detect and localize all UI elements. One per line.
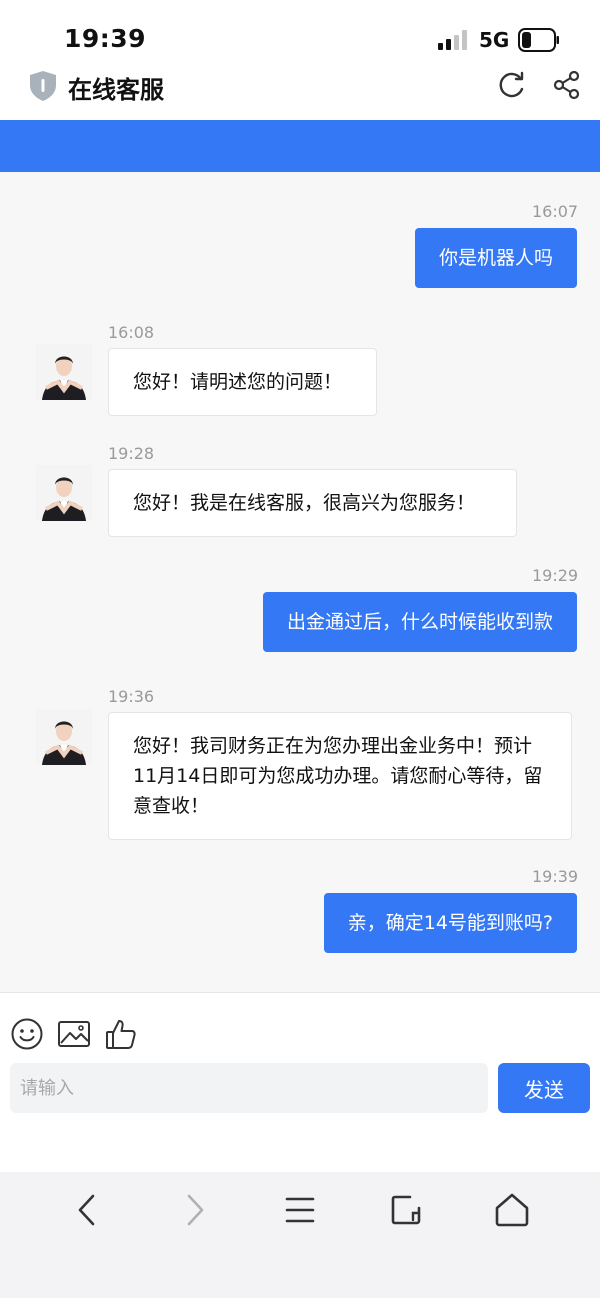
status-bar: 19:39 5G <box>0 0 600 62</box>
forward-icon[interactable] <box>174 1190 214 1230</box>
title-bar: 在线客服 <box>0 62 600 120</box>
agent-avatar <box>36 465 92 521</box>
home-icon[interactable] <box>492 1190 532 1230</box>
message-bubble-outgoing: 亲，确定14号能到账吗? <box>323 893 577 953</box>
message-time: 19:28 <box>108 444 155 463</box>
signal-icon <box>438 30 467 50</box>
message-bubble-incoming: 您好！我司财务正在为您办理出金业务中！预计11月14日即可为您成功办理。请您耐心… <box>108 712 572 840</box>
message-bubble-incoming: 您好！请明述您的问题！ <box>108 348 377 416</box>
message-input[interactable] <box>10 1063 488 1113</box>
message-bubble-outgoing: 出金通过后，什么时候能收到款 <box>262 592 577 652</box>
message-time: 19:36 <box>108 687 155 706</box>
page-title: 在线客服 <box>68 76 164 104</box>
message-time: 19:39 <box>532 867 579 886</box>
share-icon[interactable] <box>552 70 582 100</box>
browser-nav-bar <box>0 1172 600 1298</box>
message-bubble-outgoing: 你是机器人吗 <box>414 228 577 288</box>
network-type: 5G <box>479 28 510 52</box>
message-time: 16:08 <box>108 323 155 342</box>
battery-icon <box>518 28 559 52</box>
back-icon[interactable] <box>68 1190 108 1230</box>
smiley-icon[interactable] <box>10 1017 44 1051</box>
send-button[interactable]: 发送 <box>498 1063 590 1113</box>
tabs-icon[interactable] <box>386 1190 426 1230</box>
message-bubble-incoming: 您好！我是在线客服，很高兴为您服务！ <box>108 469 517 537</box>
message-time: 19:29 <box>532 566 579 585</box>
image-icon[interactable] <box>57 1017 91 1051</box>
menu-icon[interactable] <box>280 1190 320 1230</box>
chat-area[interactable]: 16:07 你是机器人吗 16:08 您好！请明述您的问题！ 19:28 您好！… <box>0 172 600 992</box>
message-time: 16:07 <box>532 202 579 221</box>
thumbs-up-icon[interactable] <box>104 1017 138 1051</box>
agent-avatar <box>36 344 92 400</box>
refresh-icon[interactable] <box>496 70 526 100</box>
status-time: 19:39 <box>64 24 147 53</box>
input-area: 发送 <box>0 992 600 1173</box>
shield-icon <box>30 71 56 101</box>
header-band <box>0 120 600 172</box>
agent-avatar <box>36 709 92 765</box>
